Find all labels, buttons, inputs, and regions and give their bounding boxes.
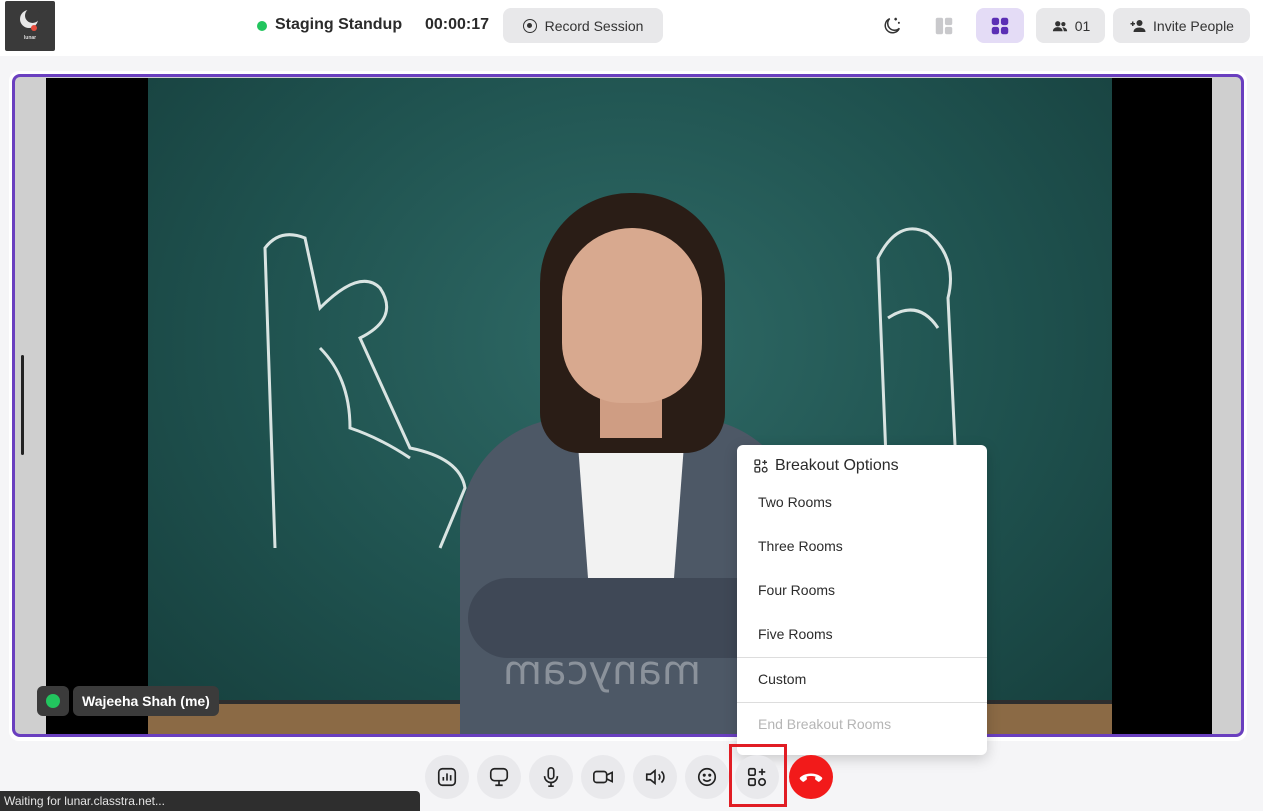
camera-button[interactable] bbox=[581, 755, 625, 799]
grid-layout-button[interactable] bbox=[976, 8, 1024, 43]
sidebar-layout-button[interactable] bbox=[926, 8, 962, 43]
grid-icon bbox=[991, 17, 1009, 34]
menu-divider bbox=[737, 702, 987, 703]
add-person-icon bbox=[1130, 19, 1146, 32]
invite-label: Invite People bbox=[1153, 17, 1234, 34]
microphone-icon bbox=[543, 767, 559, 787]
breakout-menu-header: Breakout Options bbox=[753, 457, 899, 475]
speaker-button[interactable] bbox=[633, 755, 677, 799]
top-bar: lunar Staging Standup 00:00:17 Record Se… bbox=[0, 0, 1263, 56]
meeting-title: Staging Standup bbox=[275, 16, 403, 33]
record-icon bbox=[522, 18, 537, 33]
menu-item-end-breakout: End Breakout Rooms bbox=[758, 716, 892, 732]
app-logo[interactable]: lunar bbox=[5, 1, 55, 51]
breakout-button-highlight bbox=[729, 744, 787, 807]
participants-count: 01 bbox=[1074, 17, 1091, 34]
poll-button[interactable] bbox=[425, 755, 469, 799]
menu-item-two-rooms[interactable]: Two Rooms bbox=[758, 494, 832, 510]
moon-stars-icon bbox=[884, 17, 901, 33]
chalk-drawing-left bbox=[263, 233, 467, 549]
live-status-dot bbox=[257, 21, 267, 31]
logo-text: lunar bbox=[23, 35, 37, 41]
breakout-options-menu: Breakout Options Two Rooms Three Rooms F… bbox=[737, 445, 987, 755]
menu-item-custom[interactable]: Custom bbox=[758, 671, 806, 687]
breakout-icon bbox=[754, 459, 768, 473]
participant-name: Wajeeha Shah (me) bbox=[73, 686, 219, 716]
end-call-button[interactable] bbox=[789, 755, 833, 799]
video-watermark: manycam bbox=[503, 648, 701, 694]
participant-name-tag: Wajeeha Shah (me) bbox=[37, 686, 219, 716]
menu-item-five-rooms[interactable]: Five Rooms bbox=[758, 626, 833, 642]
poll-icon bbox=[437, 767, 457, 787]
screen-share-button[interactable] bbox=[477, 755, 521, 799]
signal-icon bbox=[37, 686, 69, 716]
breakout-menu-title: Breakout Options bbox=[775, 457, 899, 474]
menu-item-four-rooms[interactable]: Four Rooms bbox=[758, 582, 835, 598]
record-session-button[interactable]: Record Session bbox=[503, 8, 663, 43]
meeting-timer: 00:00:17 bbox=[425, 16, 490, 33]
speaker-icon bbox=[645, 768, 665, 786]
browser-status-bar: Waiting for lunar.classtra.net... bbox=[0, 791, 420, 811]
participants-button[interactable]: 01 bbox=[1036, 8, 1105, 43]
end-call-icon bbox=[799, 773, 823, 782]
sidebar-drag-handle[interactable] bbox=[21, 355, 24, 455]
screen-share-icon bbox=[489, 767, 509, 787]
person-face bbox=[562, 228, 702, 403]
invite-people-button[interactable]: Invite People bbox=[1113, 8, 1250, 43]
emoji-reaction-button[interactable] bbox=[685, 755, 729, 799]
people-icon bbox=[1052, 20, 1067, 31]
record-label: Record Session bbox=[544, 17, 644, 34]
layout-icon bbox=[935, 17, 953, 34]
dark-mode-toggle[interactable] bbox=[874, 8, 910, 43]
menu-divider bbox=[737, 657, 987, 658]
emoji-icon bbox=[697, 767, 717, 787]
camera-icon bbox=[593, 770, 613, 784]
menu-item-three-rooms[interactable]: Three Rooms bbox=[758, 538, 843, 554]
microphone-button[interactable] bbox=[529, 755, 573, 799]
